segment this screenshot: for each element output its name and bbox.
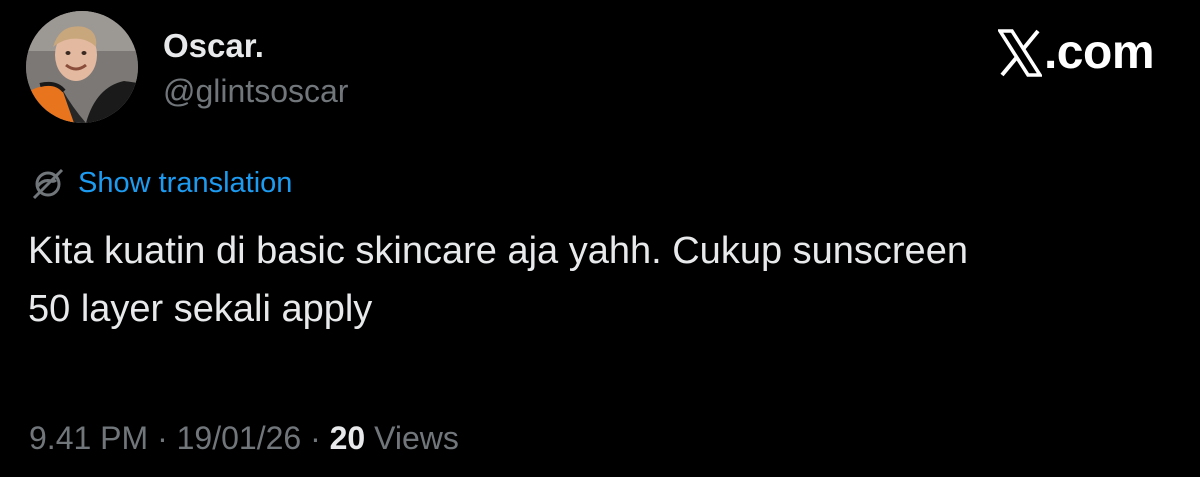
tweet-date[interactable]: 19/01/26 [177, 420, 302, 456]
tweet-text-line: 50 layer sekali apply [28, 288, 373, 330]
views-label: Views [365, 420, 459, 456]
meta-separator: · [301, 420, 330, 456]
brand-domain-text: .com [1043, 26, 1155, 79]
tweet-text-line: Kita kuatin di basic skincare aja yahh. … [28, 230, 968, 272]
tweet-time[interactable]: 9.41 PM [29, 420, 148, 456]
author-handle[interactable]: @glintsoscar [163, 73, 348, 110]
tweet-card: Oscar. @glintsoscar .com Show translatio… [0, 0, 1200, 477]
avatar-photo [26, 11, 138, 123]
x-logo-icon [997, 29, 1042, 77]
meta-separator: · [148, 420, 177, 456]
avatar[interactable] [26, 11, 138, 123]
show-translation-link[interactable]: Show translation [78, 167, 292, 200]
author-display-name[interactable]: Oscar. [163, 27, 264, 65]
tweet-meta: 9.41 PM · 19/01/26 · 20 Views [29, 420, 459, 457]
globe-icon [32, 168, 64, 200]
show-translation-row[interactable]: Show translation [30, 165, 292, 201]
brand-watermark: .com [997, 26, 1155, 79]
views-count: 20 [329, 420, 366, 456]
tweet-text: Kita kuatin di basic skincare aja yahh. … [28, 222, 1178, 338]
